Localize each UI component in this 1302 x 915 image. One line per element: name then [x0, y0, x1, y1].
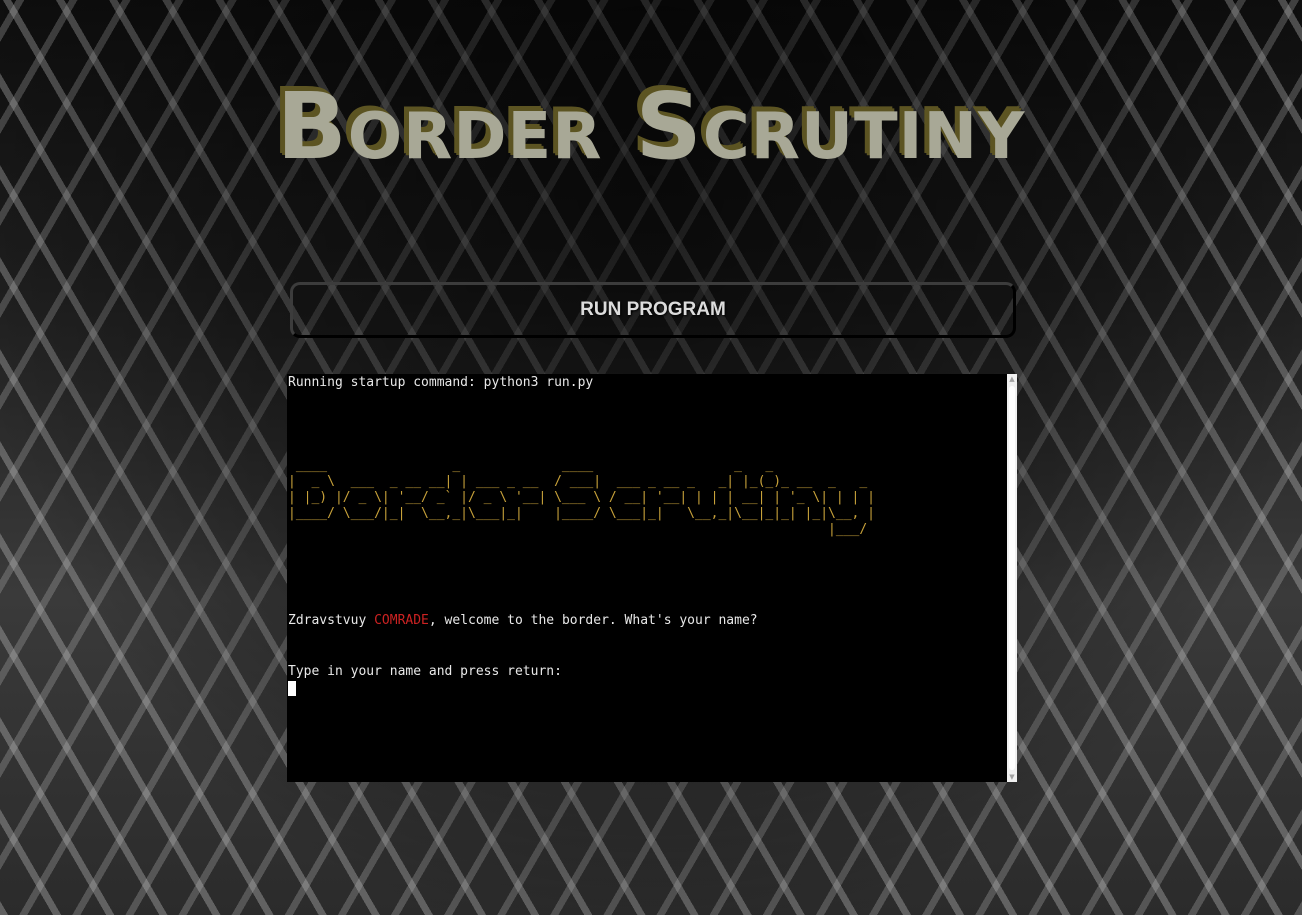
scrollbar-thumb[interactable] [1009, 386, 1015, 770]
comrade-highlight: COMRADE [374, 613, 429, 628]
name-prompt-line: Type in your name and press return: [288, 664, 562, 679]
terminal[interactable]: Running startup command: python3 run.py … [287, 374, 1017, 782]
run-program-label: RUN PROGRAM [580, 299, 726, 320]
ascii-banner: ____ _ ____ _ _ | _ \ ___ _ __ __| | ___… [288, 458, 875, 537]
triangle-up-icon[interactable]: ▲ [1008, 375, 1016, 383]
terminal-scrollbar[interactable]: ▲ ▼ [1007, 374, 1017, 782]
greeting-suffix: , welcome to the border. What's your nam… [428, 613, 758, 628]
triangle-down-icon[interactable]: ▼ [1008, 773, 1016, 781]
greeting-line: Zdravstvuy COMRADE, welcome to the borde… [288, 613, 758, 629]
greeting-prefix: Zdravstvuy [288, 613, 375, 628]
startup-command-line: Running startup command: python3 run.py [288, 375, 594, 390]
terminal-cursor[interactable] [288, 681, 296, 696]
page-title: Border Scrutiny [276, 73, 1026, 180]
run-program-button[interactable]: RUN PROGRAM [290, 282, 1016, 338]
